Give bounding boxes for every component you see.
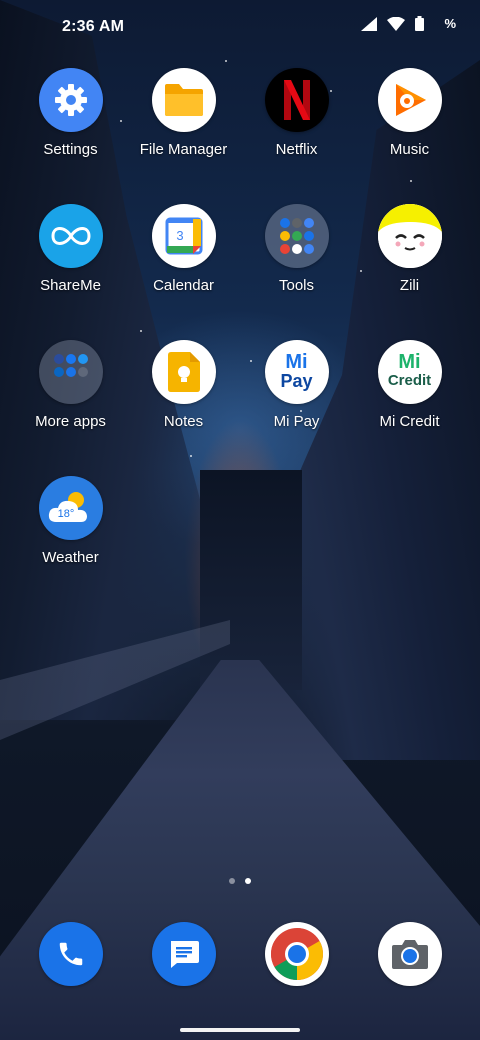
app-label: Weather xyxy=(42,549,99,566)
settings-icon xyxy=(38,68,103,132)
messages-icon xyxy=(151,922,216,986)
app-label: Zili xyxy=(399,277,420,294)
dock-phone[interactable] xyxy=(14,922,127,986)
mi-credit-icon: Mi Credit xyxy=(377,340,442,404)
app-label: Netflix xyxy=(275,141,318,158)
app-settings[interactable]: Settings xyxy=(14,68,127,158)
mi-pay-logo-pay: Pay xyxy=(280,371,313,391)
app-mi-credit[interactable]: Mi Credit Mi Credit xyxy=(353,340,466,430)
app-label: File Manager xyxy=(139,141,228,158)
music-icon xyxy=(377,68,442,132)
notes-icon xyxy=(151,340,216,404)
dock-messages[interactable] xyxy=(127,922,240,986)
app-music[interactable]: Music xyxy=(353,68,466,158)
app-label: More apps xyxy=(35,413,106,430)
page-dot[interactable] xyxy=(229,878,235,884)
app-shareme[interactable]: ShareMe xyxy=(14,204,127,294)
page-indicator xyxy=(0,878,480,884)
wallpaper-tree xyxy=(200,470,270,690)
weather-temp: 18° xyxy=(57,508,74,520)
battery-percent: % xyxy=(444,16,456,31)
mi-credit-logo-credit: Credit xyxy=(387,372,432,389)
app-notes[interactable]: Notes xyxy=(127,340,240,430)
dock-camera[interactable] xyxy=(353,922,466,986)
app-label: Calendar xyxy=(153,277,214,294)
app-label: ShareMe xyxy=(40,277,101,294)
mi-pay-logo-mi: Mi xyxy=(285,351,308,373)
phone-icon xyxy=(38,922,103,986)
battery-icon xyxy=(415,16,425,31)
gesture-bar[interactable] xyxy=(180,1028,300,1032)
weather-icon: 18° xyxy=(38,476,103,540)
app-label: Notes xyxy=(163,413,204,430)
mi-credit-logo-mi: Mi xyxy=(398,351,421,373)
app-file-manager[interactable]: File Manager xyxy=(127,68,240,158)
more-apps-folder-icon xyxy=(38,340,103,404)
page-dot-active[interactable] xyxy=(245,878,251,884)
signal-icon xyxy=(361,16,378,31)
camera-icon xyxy=(377,922,442,986)
status-bar: 2:36 AM % xyxy=(0,0,480,56)
app-label: Mi Credit xyxy=(379,413,440,430)
app-zili[interactable]: Zili xyxy=(353,204,466,294)
folder-icon xyxy=(151,68,216,132)
wifi-icon xyxy=(387,16,406,31)
app-label: Music xyxy=(389,141,430,158)
app-netflix[interactable]: Netflix xyxy=(240,68,353,158)
app-label: Settings xyxy=(43,141,98,158)
app-label: Mi Pay xyxy=(273,413,320,430)
dock xyxy=(14,922,466,988)
shareme-icon xyxy=(38,204,103,268)
status-time: 2:36 AM xyxy=(62,18,125,35)
netflix-icon xyxy=(264,68,329,132)
zili-icon xyxy=(377,204,442,268)
app-calendar[interactable]: 3 Calendar xyxy=(127,204,240,294)
calendar-date: 3 xyxy=(176,228,183,243)
calendar-icon: 3 xyxy=(151,204,216,268)
folder-tools[interactable]: Tools xyxy=(240,204,353,294)
wallpaper-tree xyxy=(262,470,302,690)
tools-folder-icon xyxy=(264,204,329,268)
chrome-icon xyxy=(264,922,329,986)
app-weather[interactable]: 18° Weather xyxy=(14,476,127,566)
app-label: Tools xyxy=(278,277,315,294)
app-mi-pay[interactable]: Mi Pay Mi Pay xyxy=(240,340,353,430)
folder-more-apps[interactable]: More apps xyxy=(14,340,127,430)
mi-pay-icon: Mi Pay xyxy=(264,340,329,404)
dock-chrome[interactable] xyxy=(240,922,353,986)
